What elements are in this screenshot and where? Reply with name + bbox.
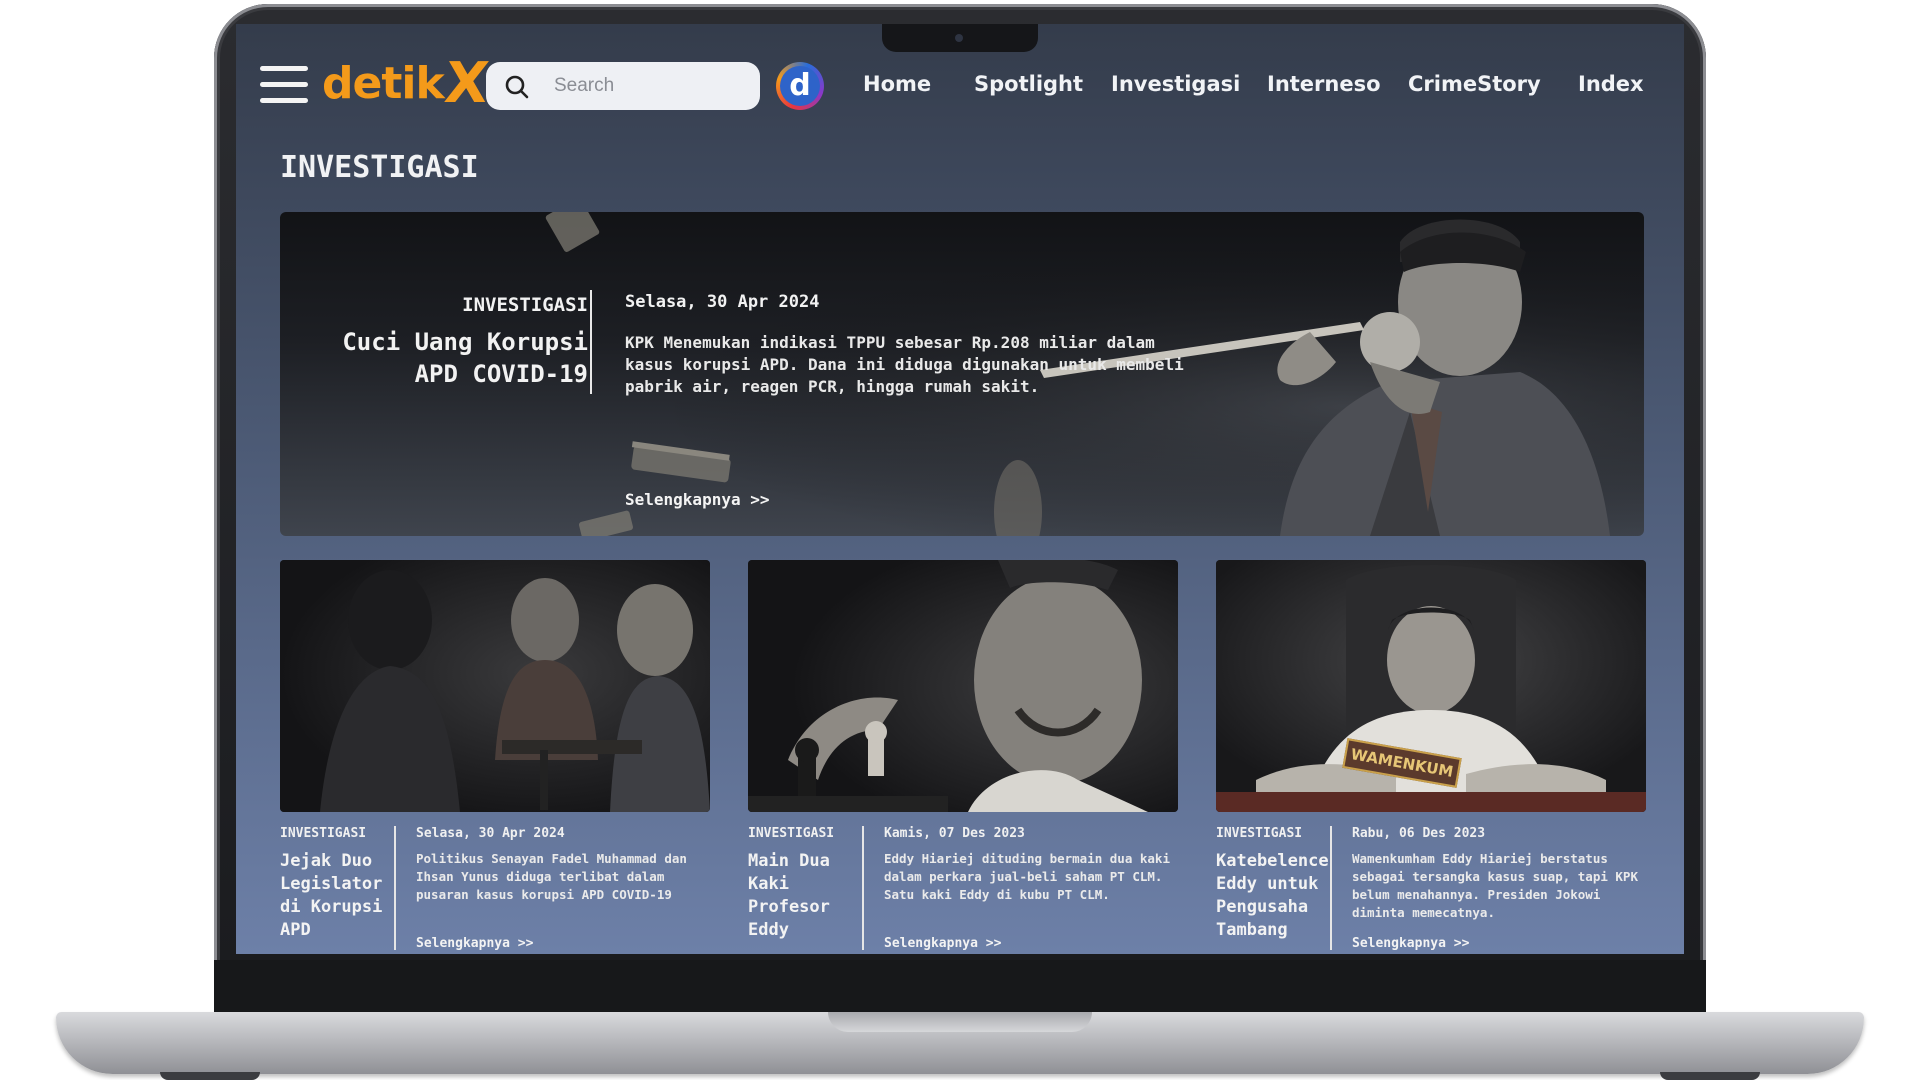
card-divider [1330,826,1332,950]
search-input[interactable] [554,62,744,110]
nav-link-index[interactable]: Index [1578,72,1644,96]
card-read-more-link[interactable]: Selengkapnya >> [884,936,1001,951]
card-read-more-link[interactable]: Selengkapnya >> [1352,936,1469,951]
logo-text: detik [322,58,445,109]
card-read-more-link[interactable]: Selengkapnya >> [416,936,533,951]
camera-lens [955,34,963,42]
detikx-logo[interactable]: detik X [322,51,492,116]
card-illustration-legislators [280,560,710,812]
laptop-opening-notch [828,1012,1092,1032]
card-illustration-chess [748,560,1178,812]
nav-link-interneso[interactable]: Interneso [1267,72,1381,96]
nav-link-crimestory[interactable]: CrimeStory [1408,72,1541,96]
hero-title[interactable]: Cuci Uang Korupsi APD COVID-19 [298,326,588,390]
article-card[interactable]: INVESTIGASI Jejak Duo Legislator di Koru… [280,560,710,954]
card-date: Kamis, 07 Des 2023 [884,826,1025,841]
hero-banner[interactable]: INVESTIGASI Cuci Uang Korupsi APD COVID-… [280,212,1644,536]
search-box[interactable] [486,62,760,110]
nav-link-home[interactable]: Home [863,72,931,96]
article-card-image[interactable]: WAMENKUM [1216,560,1646,812]
menu-bar [260,82,308,87]
hero-read-more-link[interactable]: Selengkapnya >> [625,490,770,509]
nav-link-spotlight[interactable]: Spotlight [974,72,1083,96]
card-title[interactable]: Main Dua Kaki Profesor Eddy [748,850,860,942]
card-title[interactable]: Katebelence Eddy untuk Pengusaha Tambang [1216,850,1329,942]
card-date: Rabu, 06 Des 2023 [1352,826,1486,841]
hero-date: Selasa, 30 Apr 2024 [625,292,820,312]
logo-x: X [441,51,492,116]
hero-description: KPK Menemukan indikasi TPPU sebesar Rp.2… [625,333,1184,396]
hamburger-menu-icon[interactable] [260,66,308,104]
card-divider [862,826,864,950]
article-card[interactable]: WAMENKUM INVESTIGASI Katebelence Eddy un… [1216,560,1646,954]
card-title[interactable]: Jejak Duo Legislator di Korupsi APD [280,850,392,942]
nav-link-investigasi[interactable]: Investigasi [1111,72,1240,96]
camera-notch [882,24,1038,52]
card-category: INVESTIGASI [748,826,835,841]
laptop-foot-left [160,1072,260,1080]
card-description: Wamenkumham Eddy Hiariej berstatus sebag… [1352,851,1638,920]
hero-divider [590,290,592,394]
article-card-image[interactable] [748,560,1178,812]
card-date: Selasa, 30 Apr 2024 [416,826,565,841]
search-icon[interactable] [504,74,530,100]
laptop-bezel-bottom [214,960,1706,1020]
article-card[interactable]: INVESTIGASI Main Dua Kaki Profesor Eddy … [748,560,1178,954]
card-category: INVESTIGASI [1216,826,1303,841]
menu-bar [260,66,308,71]
card-description: Politikus Senayan Fadel Muhammad dan Ihs… [416,851,687,902]
card-divider [394,826,396,950]
laptop-screen: detik X d Home Spotlight Investigasi Int… [236,24,1684,954]
section-title: INVESTIGASI [280,150,479,185]
article-card-image[interactable] [280,560,710,812]
card-description: Eddy Hiariej dituding bermain dua kaki d… [884,851,1170,902]
detik-d-logo-icon[interactable]: d [776,62,824,110]
hero-category: INVESTIGASI [462,294,588,316]
d-logo-letter: d [780,66,820,106]
card-category: INVESTIGASI [280,826,367,841]
menu-bar [260,98,308,103]
laptop-foot-right [1660,1072,1760,1080]
